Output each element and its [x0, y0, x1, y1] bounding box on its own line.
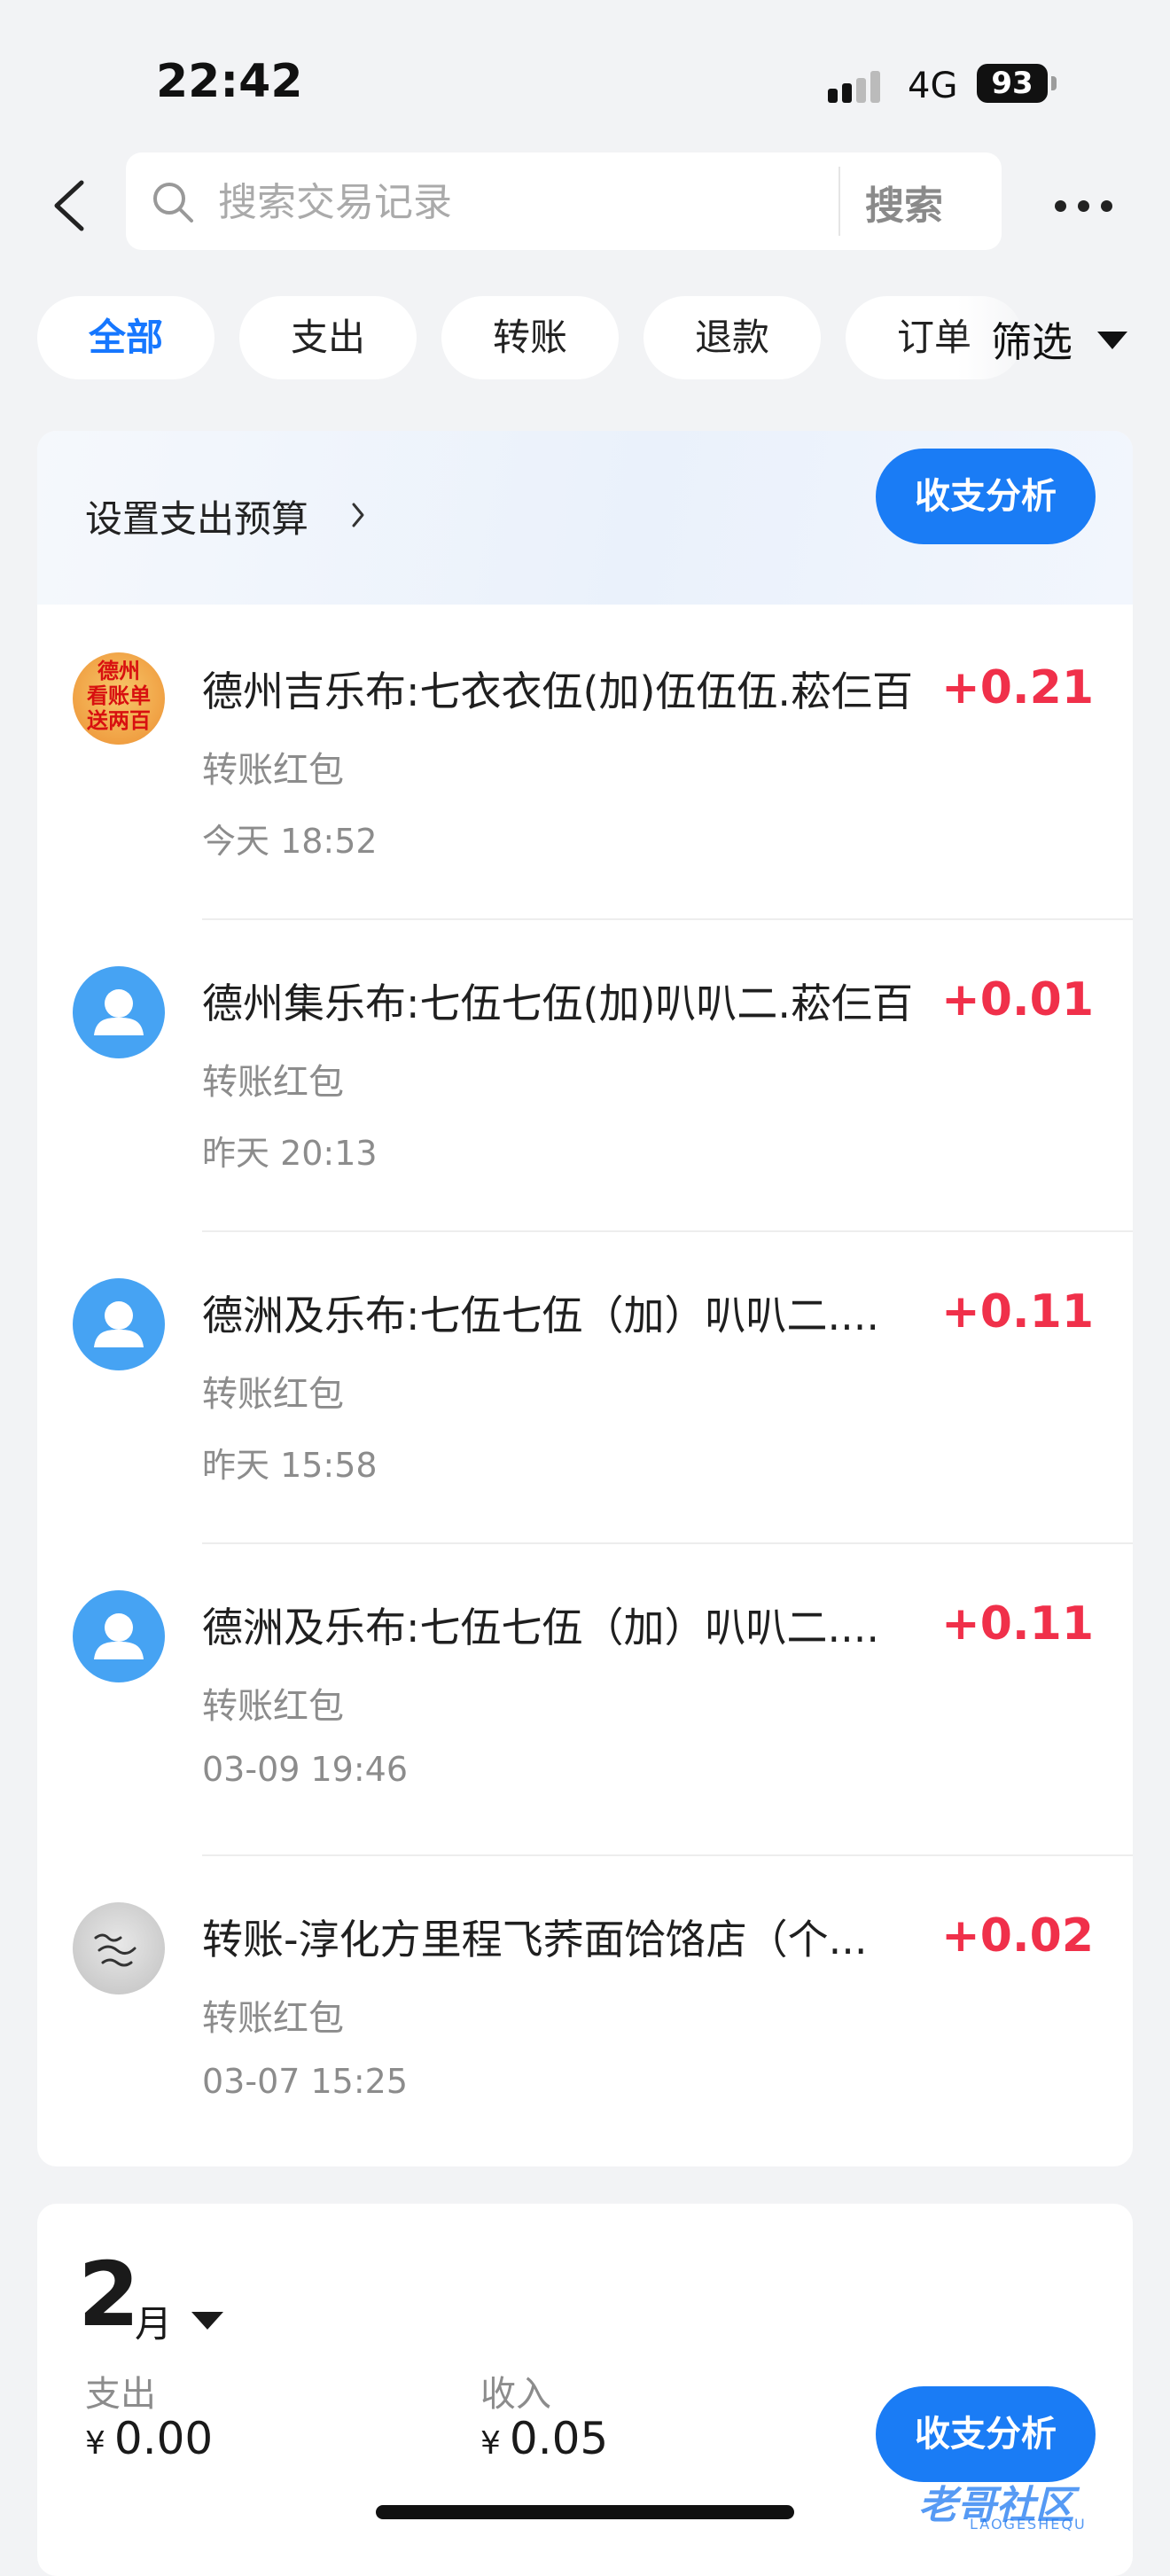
transaction-time: 03-09 19:46 — [202, 1750, 409, 1789]
search-divider — [838, 167, 840, 236]
transaction-time: 03-07 15:25 — [202, 2062, 409, 2101]
transaction-title[interactable]: 德州吉乐布:七衣衣伍(加)伍伍伍.菘仨百 — [202, 660, 913, 718]
user-icon — [94, 1301, 144, 1347]
month-unit[interactable]: 月 — [135, 2294, 172, 2348]
avatar[interactable] — [73, 966, 165, 1058]
row-divider — [202, 1230, 1133, 1232]
tab-refund[interactable]: 退款 — [644, 296, 821, 379]
expense-label: 支出 — [85, 2374, 156, 2415]
avatar[interactable] — [73, 1590, 165, 1682]
transaction-category: 转账红包 — [202, 1062, 344, 1103]
transaction-amount[interactable]: +0.02 — [941, 1909, 1094, 1963]
transaction-amount[interactable]: +0.01 — [941, 973, 1094, 1026]
avatar-text: 看账单 — [87, 683, 151, 708]
handwriting-icon — [94, 1933, 136, 1967]
expense-value: ¥0.00 — [85, 2413, 213, 2464]
avatar[interactable]: 德州 看账单 送两百 — [73, 652, 165, 745]
row-divider — [202, 1542, 1133, 1544]
transaction-title[interactable]: 德州集乐布:七伍七伍(加)叭叭二.菘仨百 — [202, 972, 913, 1030]
status-time: 22:42 — [156, 55, 303, 108]
transaction-time: 今天 18:52 — [202, 822, 378, 861]
set-budget-link[interactable]: 设置支出预算 — [85, 489, 308, 543]
currency-symbol: ¥ — [85, 2425, 105, 2462]
income-label: 收入 — [480, 2374, 551, 2415]
month-analysis-button[interactable]: 收支分析 — [876, 2386, 1096, 2482]
transaction-category: 转账红包 — [202, 750, 344, 791]
row-divider — [202, 918, 1133, 920]
tab-all[interactable]: 全部 — [37, 296, 214, 379]
filter-button[interactable]: 筛选 — [991, 310, 1072, 369]
battery-icon: 93 — [977, 64, 1048, 103]
chevron-left-icon[interactable] — [50, 177, 89, 234]
tab-expense[interactable]: 支出 — [239, 296, 417, 379]
search-icon — [153, 183, 193, 222]
transaction-time: 昨天 20:13 — [202, 1134, 378, 1173]
caret-down-icon[interactable] — [191, 2312, 223, 2330]
user-icon — [94, 1613, 144, 1659]
tab-transfer[interactable]: 转账 — [441, 296, 619, 379]
search-input[interactable] — [216, 170, 823, 234]
transaction-category: 转账红包 — [202, 1686, 344, 1727]
search-button[interactable]: 搜索 — [865, 174, 943, 230]
signal-icon — [828, 69, 890, 103]
battery-tip — [1051, 76, 1057, 90]
transaction-time: 昨天 15:58 — [202, 1446, 378, 1485]
chevron-right-icon[interactable] — [351, 502, 365, 528]
transaction-amount[interactable]: +0.11 — [941, 1597, 1094, 1651]
income-amount: 0.05 — [509, 2413, 609, 2464]
income-value: ¥0.05 — [480, 2413, 608, 2464]
transaction-amount[interactable]: +0.21 — [941, 661, 1094, 714]
expense-amount: 0.00 — [113, 2413, 214, 2464]
avatar[interactable] — [73, 1902, 165, 1994]
transaction-title[interactable]: 转账-淳化方里程飞荞面饸饹店（个... — [202, 1908, 867, 1966]
transaction-category: 转账红包 — [202, 1998, 344, 2039]
home-indicator[interactable] — [376, 2505, 794, 2519]
month-number[interactable]: 2 — [78, 2243, 140, 2346]
network-label: 4G — [908, 66, 958, 106]
watermark-sub: LAOGESHEQU — [970, 2516, 1087, 2533]
more-dots-icon[interactable] — [1055, 200, 1113, 213]
user-icon — [94, 989, 144, 1035]
currency-symbol: ¥ — [480, 2425, 501, 2462]
transaction-title[interactable]: 德洲及乐布:七伍七伍（加）叭叭二.... — [202, 1284, 879, 1342]
avatar-text: 德州 — [98, 659, 140, 683]
transaction-amount[interactable]: +0.11 — [941, 1285, 1094, 1339]
row-divider — [202, 1854, 1133, 1856]
caret-down-icon[interactable] — [1097, 332, 1127, 349]
income-expense-analysis-button[interactable]: 收支分析 — [876, 449, 1096, 544]
transaction-title[interactable]: 德洲及乐布:七伍七伍（加）叭叭二.... — [202, 1596, 879, 1654]
transaction-category: 转账红包 — [202, 1374, 344, 1415]
avatar[interactable] — [73, 1278, 165, 1370]
avatar-text: 送两百 — [87, 708, 151, 733]
